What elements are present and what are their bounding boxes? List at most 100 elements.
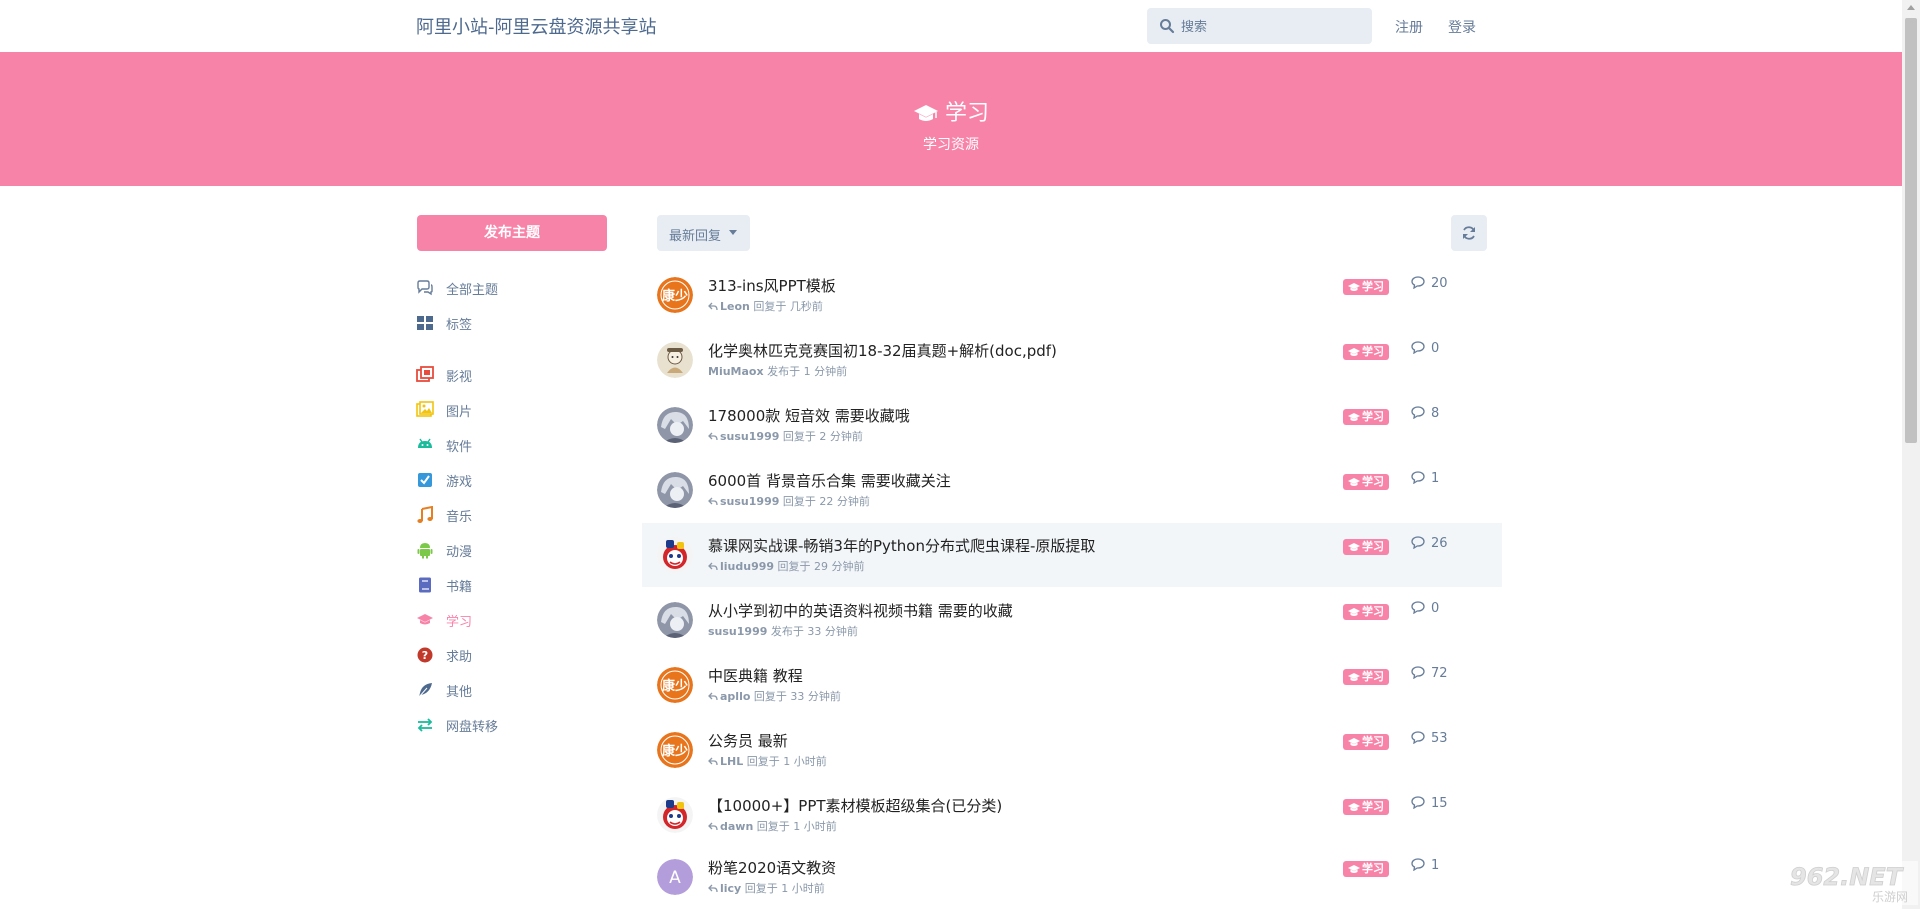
graduation-cap-icon: [1348, 348, 1360, 356]
sidebar-item-label: 动漫: [446, 545, 473, 560]
username[interactable]: liudu999: [720, 560, 774, 573]
sidebar-item-label: 图片: [446, 405, 473, 420]
svg-text:?: ?: [422, 649, 428, 662]
reply-icon: [708, 822, 718, 831]
sidebar-item-label: 影视: [446, 370, 473, 385]
action-text: 回复于: [782, 495, 816, 508]
tag-badge[interactable]: 学习: [1343, 861, 1389, 877]
graduation-cap-icon: [1348, 543, 1360, 551]
sidebar-item-label: 标签: [446, 318, 473, 333]
scrollbar-thumb[interactable]: [1905, 18, 1917, 443]
discussion-title[interactable]: 中医典籍 教程: [708, 665, 803, 686]
tag-badge[interactable]: 学习: [1343, 344, 1389, 360]
search-box[interactable]: [1147, 8, 1372, 44]
username[interactable]: licy: [720, 882, 741, 895]
comment-icon: [1411, 276, 1425, 290]
avatar[interactable]: [657, 797, 693, 833]
time-text: 1 小时前: [781, 882, 825, 895]
discussion-title[interactable]: 从小学到初中的英语资料视频书籍 需要的收藏: [708, 600, 1013, 621]
username[interactable]: susu1999: [720, 495, 779, 508]
tag-badge[interactable]: 学习: [1343, 799, 1389, 815]
refresh-button[interactable]: [1451, 215, 1487, 251]
watermark-sub: 乐游网: [1872, 890, 1908, 904]
username[interactable]: susu1999: [720, 430, 779, 443]
username[interactable]: susu1999: [708, 625, 767, 638]
tag-badge[interactable]: 学习: [1343, 474, 1389, 490]
avatar[interactable]: [657, 602, 693, 638]
discussion-title[interactable]: 【10000+】PPT素材模板超级集合(已分类): [708, 795, 1002, 816]
login-link[interactable]: 登录: [1448, 17, 1476, 37]
sort-dropdown-button[interactable]: 最新回复: [657, 215, 750, 251]
username[interactable]: Leon: [720, 300, 750, 313]
reply-count-value: 53: [1431, 731, 1448, 746]
action-text: 发布于: [767, 365, 801, 378]
action-text: 回复于: [782, 430, 816, 443]
discussion-item[interactable]: 康少 中医典籍 教程 apllo 回复于 33 分钟前 学习 72: [642, 653, 1502, 717]
site-title[interactable]: 阿里小站-阿里云盘资源共享站: [416, 13, 657, 39]
tag-badge[interactable]: 学习: [1343, 409, 1389, 425]
tag-badge[interactable]: 学习: [1343, 669, 1389, 685]
discussion-item[interactable]: 【10000+】PPT素材模板超级集合(已分类) dawn 回复于 1 小时前 …: [642, 783, 1502, 847]
reply-count: 53: [1411, 731, 1448, 746]
discussion-title[interactable]: 粉笔2020语文教资: [708, 857, 836, 878]
tag-label: 学习: [1362, 410, 1384, 423]
reply-count-value: 26: [1431, 536, 1448, 551]
tags-grid-icon: [417, 316, 433, 330]
watermark-logo: 962.NET 乐游网: [1782, 861, 1918, 905]
vertical-scrollbar[interactable]: [1902, 0, 1920, 909]
avatar[interactable]: [657, 342, 693, 378]
discussion-item[interactable]: 178000款 短音效 需要收藏哦 susu1999 回复于 2 分钟前 学习 …: [642, 393, 1502, 457]
discussion-item[interactable]: 化学奥林匹克竞赛国初18-32届真题+解析(doc,pdf) MiuMaox 发…: [642, 328, 1502, 392]
tag-label: 学习: [1362, 605, 1384, 618]
comments-icon: [417, 280, 433, 296]
discussion-item[interactable]: 康少 公务员 最新 LHL 回复于 1 小时前 学习 53: [642, 718, 1502, 782]
discussion-item[interactable]: 6000首 背景音乐合集 需要收藏关注 susu1999 回复于 22 分钟前 …: [642, 458, 1502, 522]
discussion-title[interactable]: 313-ins风PPT模板: [708, 275, 836, 296]
username[interactable]: MiuMaox: [708, 365, 764, 378]
username[interactable]: dawn: [720, 820, 753, 833]
tag-badge[interactable]: 学习: [1343, 734, 1389, 750]
time-text: 33 分钟前: [807, 625, 858, 638]
discussion-item[interactable]: A 粉笔2020语文教资 licy 回复于 1 小时前 学习 1: [642, 845, 1502, 909]
discussion-item[interactable]: 从小学到初中的英语资料视频书籍 需要的收藏 susu1999 发布于 33 分钟…: [642, 588, 1502, 652]
search-input[interactable]: [1179, 15, 1363, 39]
discussion-title[interactable]: 公务员 最新: [708, 730, 788, 751]
username[interactable]: apllo: [720, 690, 750, 703]
graduation-cap-icon: [913, 105, 938, 121]
avatar[interactable]: 康少: [657, 732, 693, 768]
time-text: 22 分钟前: [819, 495, 870, 508]
tag-badge[interactable]: 学习: [1343, 539, 1389, 555]
action-text: 回复于: [753, 690, 787, 703]
avatar[interactable]: [657, 472, 693, 508]
android-robot-icon: [417, 543, 433, 559]
avatar[interactable]: 康少: [657, 667, 693, 703]
time-text: 几秒前: [789, 300, 823, 313]
tag-badge[interactable]: 学习: [1343, 604, 1389, 620]
avatar[interactable]: 康少: [657, 277, 693, 313]
discussion-meta: LHL 回复于 1 小时前: [708, 753, 827, 769]
discussion-item[interactable]: 康少 313-ins风PPT模板 Leon 回复于 几秒前 学习 20: [642, 263, 1502, 327]
scroll-up-arrow-icon[interactable]: [1907, 5, 1915, 10]
reply-count-value: 8: [1431, 406, 1440, 421]
discussion-title[interactable]: 178000款 短音效 需要收藏哦: [708, 405, 910, 426]
discussion-title[interactable]: 慕课网实战课-畅销3年的Python分布式爬虫课程-原版提取: [708, 535, 1095, 556]
caret-down-icon: [729, 230, 737, 235]
username[interactable]: LHL: [720, 755, 743, 768]
tag-badge[interactable]: 学习: [1343, 279, 1389, 295]
avatar[interactable]: A: [657, 859, 693, 895]
discussion-title[interactable]: 6000首 背景音乐合集 需要收藏关注: [708, 470, 951, 491]
graduation-cap-icon: [1348, 865, 1360, 873]
avatar[interactable]: [657, 537, 693, 573]
sidebar-item-label: 软件: [446, 440, 473, 455]
discussion-meta: susu1999 回复于 2 分钟前: [708, 428, 863, 444]
avatar-text: 康少: [662, 678, 688, 694]
time-text: 1 分钟前: [803, 365, 848, 378]
reply-count: 15: [1411, 796, 1448, 811]
register-link[interactable]: 注册: [1395, 17, 1423, 37]
exchange-icon: [417, 718, 433, 732]
discussion-item[interactable]: 慕课网实战课-畅销3年的Python分布式爬虫课程-原版提取 liudu999 …: [642, 523, 1502, 587]
new-topic-button[interactable]: 发布主题: [417, 215, 607, 251]
avatar[interactable]: [657, 407, 693, 443]
action-text: 回复于: [777, 560, 811, 573]
discussion-title[interactable]: 化学奥林匹克竞赛国初18-32届真题+解析(doc,pdf): [708, 340, 1057, 361]
